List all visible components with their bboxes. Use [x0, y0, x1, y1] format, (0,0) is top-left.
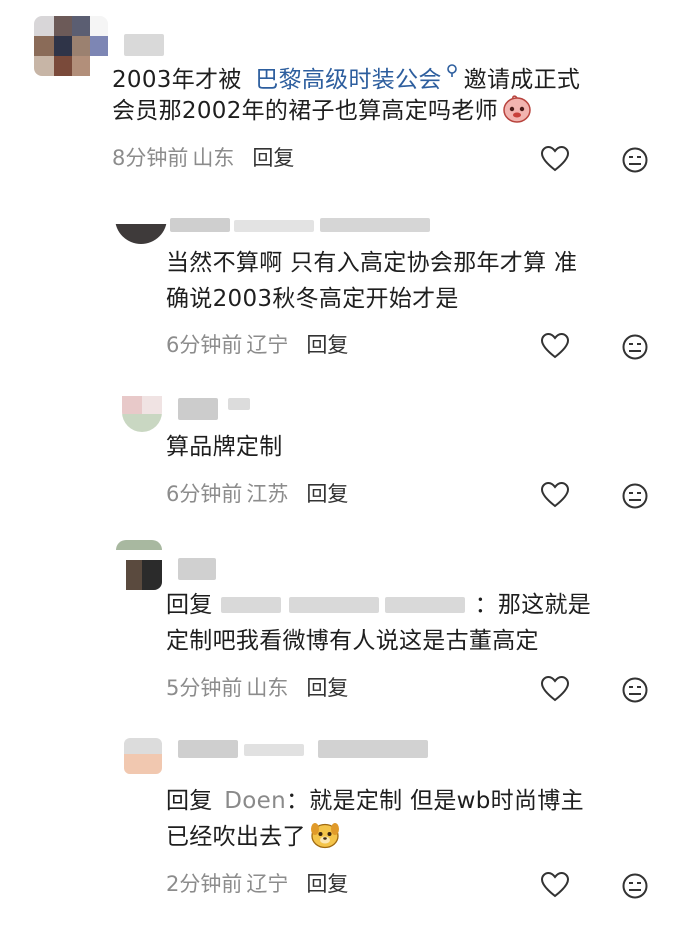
- reply-button[interactable]: 回复: [252, 146, 294, 170]
- comment-text-segment: 会员那2002年的裙子也算高定吗老师: [112, 98, 498, 124]
- timestamp: 5分钟前: [166, 676, 243, 700]
- location: 山东: [192, 146, 235, 170]
- comment-meta: 8分钟前 山东 回复: [112, 143, 294, 173]
- mention-blurred[interactable]: [215, 593, 471, 615]
- reply-button[interactable]: 回复: [306, 676, 348, 700]
- reply-text: 当然不算啊 只有入高定协会那年才算 准 确说2003秋冬高定开始才是: [166, 245, 577, 317]
- timestamp: 6分钟前: [166, 482, 243, 506]
- username-blurred[interactable]: [178, 558, 218, 580]
- location: 山东: [246, 676, 289, 700]
- neutral-face-icon[interactable]: [621, 872, 649, 900]
- username-blurred[interactable]: [178, 738, 438, 760]
- reply-item: 回复 Doen：就是定制 但是wb时尚博主 已经吹出去了 2分钟前 辽宁 回复: [0, 730, 690, 927]
- peach-face-emoji: [502, 93, 532, 123]
- reply-text-line: 当然不算啊 只有入高定协会那年才算 准: [166, 250, 578, 276]
- mention-link[interactable]: Doen: [224, 788, 286, 814]
- username-blurred[interactable]: [170, 214, 440, 236]
- heart-outline-icon[interactable]: [540, 332, 570, 360]
- comment-item: 2003年才被 巴黎高级时装公会 邀请成正式 会员那2002年的裙子也算高定吗老…: [0, 0, 690, 200]
- avatar[interactable]: [115, 210, 167, 244]
- neutral-face-icon[interactable]: [621, 482, 649, 510]
- avatar[interactable]: [34, 16, 108, 76]
- topic-link[interactable]: 巴黎高级时装公会: [255, 67, 441, 93]
- dog-face-emoji: [310, 819, 340, 849]
- reply-item: 回复 ：那这就是 定制吧我看微博有人说这是古董高定 5分钟前 山东 回复: [0, 530, 690, 730]
- avatar[interactable]: [124, 738, 162, 774]
- reply-text-line: 算品牌定制: [166, 434, 283, 460]
- timestamp: 6分钟前: [166, 333, 243, 357]
- reply-prefix: 回复: [166, 788, 213, 814]
- search-icon[interactable]: [446, 57, 458, 93]
- reply-item: 算品牌定制 6分钟前 江苏 回复: [0, 390, 690, 530]
- reply-text: 回复 ：那这就是 定制吧我看微博有人说这是古董高定: [166, 587, 591, 659]
- neutral-face-icon[interactable]: [621, 146, 649, 174]
- reply-button[interactable]: 回复: [306, 872, 348, 896]
- reply-text-segment: ：就是定制 但是wb时尚博主: [285, 788, 584, 814]
- timestamp: 2分钟前: [166, 872, 243, 896]
- username-blurred[interactable]: [124, 34, 164, 56]
- comment-text-segment: 邀请成正式: [463, 67, 581, 93]
- location: 江苏: [246, 482, 289, 506]
- username-blurred[interactable]: [178, 398, 258, 420]
- reply-button[interactable]: 回复: [306, 333, 348, 357]
- reply-text: 算品牌定制: [166, 429, 283, 465]
- neutral-face-icon[interactable]: [621, 333, 649, 361]
- location: 辽宁: [246, 333, 289, 357]
- heart-outline-icon[interactable]: [540, 871, 570, 899]
- comment-meta: 6分钟前 辽宁 回复: [166, 330, 348, 360]
- comment-text-segment: 2003年才被: [112, 67, 242, 93]
- reply-text: 回复 Doen：就是定制 但是wb时尚博主 已经吹出去了: [166, 783, 584, 855]
- avatar[interactable]: [122, 396, 162, 432]
- reply-text-line: 确说2003秋冬高定开始才是: [166, 286, 459, 312]
- reply-text-line: 定制吧我看微博有人说这是古董高定: [166, 628, 539, 654]
- neutral-face-icon[interactable]: [621, 676, 649, 704]
- comment-text: 2003年才被 巴黎高级时装公会 邀请成正式 会员那2002年的裙子也算高定吗老…: [112, 57, 580, 129]
- location: 辽宁: [246, 872, 289, 896]
- heart-outline-icon[interactable]: [540, 481, 570, 509]
- avatar[interactable]: [116, 540, 162, 590]
- comment-meta: 5分钟前 山东 回复: [166, 673, 348, 703]
- heart-outline-icon[interactable]: [540, 675, 570, 703]
- comment-meta: 2分钟前 辽宁 回复: [166, 869, 348, 899]
- reply-prefix: 回复: [166, 592, 213, 618]
- timestamp: 8分钟前: [112, 146, 189, 170]
- reply-item: 当然不算啊 只有入高定协会那年才算 准 确说2003秋冬高定开始才是 6分钟前辽…: [0, 200, 690, 390]
- reply-button[interactable]: 回复: [306, 482, 348, 506]
- reply-text-segment: 已经吹出去了: [166, 824, 306, 850]
- comment-meta: 6分钟前 江苏 回复: [166, 479, 348, 509]
- heart-outline-icon[interactable]: [540, 145, 570, 173]
- reply-text-segment: ：那这就是: [474, 592, 592, 618]
